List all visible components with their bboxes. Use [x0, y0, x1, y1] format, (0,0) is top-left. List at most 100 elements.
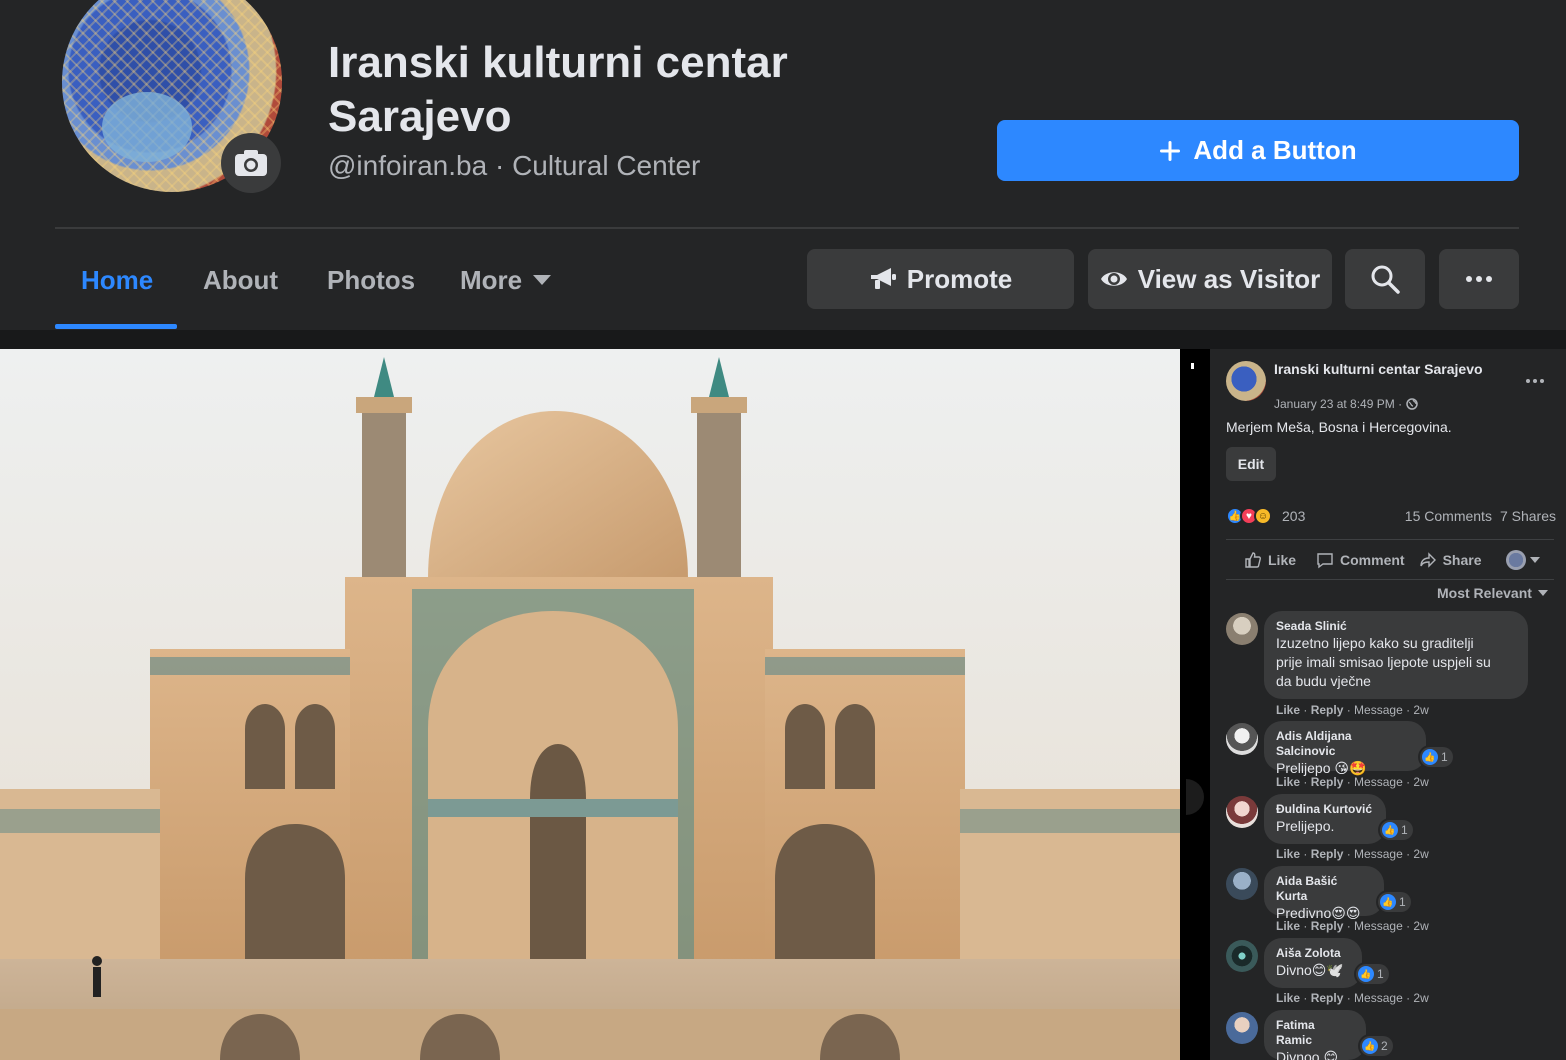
camera-icon [235, 150, 267, 176]
comment-like-link[interactable]: Like [1276, 919, 1300, 933]
post-timestamp[interactable]: January 23 at 8:49 PM · [1274, 397, 1418, 411]
tab-more[interactable]: More [460, 250, 552, 310]
tab-more-label: More [460, 264, 523, 295]
search-icon [1371, 265, 1400, 294]
comment-sort-label: Most Relevant [1437, 585, 1532, 601]
comment-like-link[interactable]: Like [1276, 775, 1300, 789]
comment-message-link[interactable]: Message [1354, 991, 1403, 1005]
comment-meta: Like · Reply · Message · 2w [1276, 919, 1429, 933]
comment-button[interactable]: Comment [1316, 551, 1405, 569]
photo-edge-mark [1191, 363, 1194, 369]
commenter-name[interactable]: Aiša Zolota [1276, 946, 1350, 961]
actions-divider-top [1226, 539, 1554, 540]
commenter-name[interactable]: Seada Slinić [1276, 619, 1516, 634]
tab-home[interactable]: Home [81, 250, 153, 310]
post-photo[interactable] [0, 349, 1180, 1060]
comment-reply-link[interactable]: Reply [1311, 703, 1344, 717]
comment-meta: Like · Reply · Message · 2w [1276, 775, 1429, 789]
reactions-count[interactable]: 203 [1282, 508, 1305, 524]
comment-item: Đuldina Kurtović Prelijepo. 👍 1 Like · R… [1226, 794, 1556, 866]
tab-photos[interactable]: Photos [327, 250, 415, 310]
comment-message-link[interactable]: Message [1354, 703, 1403, 717]
comment-bubble: Fatima Ramic Divnoo 😊 [1264, 1010, 1366, 1060]
comment-item: Adis Aldijana Salcinovic Prelijepo 😘🤩 👍 … [1226, 721, 1556, 793]
next-photo-arrow[interactable] [1186, 779, 1204, 815]
comment-reactions[interactable]: 👍 1 [1420, 747, 1453, 767]
like-label: Like [1268, 552, 1297, 568]
comment-like-link[interactable]: Like [1276, 703, 1300, 717]
post-caption: Merjem Meša, Bosna i Hercegovina. [1226, 419, 1452, 435]
comment-reaction-count: 1 [1401, 823, 1408, 837]
like-button[interactable]: Like [1244, 551, 1296, 569]
more-options-button[interactable] [1439, 249, 1519, 309]
like-reaction-icon: 👍 [1362, 1038, 1378, 1054]
post-sidebar: Iranski kulturni centar Sarajevo January… [1210, 349, 1566, 1060]
page-title: Iranski kulturni centar Sarajevo [328, 38, 788, 141]
comment-bubble: Aida Bašić Kurta Predivno😍😍 [1264, 866, 1384, 921]
react-as-avatar [1505, 550, 1526, 570]
commenter-name[interactable]: Đuldina Kurtović [1276, 802, 1374, 817]
comment-text-line: prije imali smisao ljepote uspjeli su [1276, 654, 1491, 670]
shares-count[interactable]: 7 Shares [1500, 508, 1556, 524]
comment-item: Aida Bašić Kurta Predivno😍😍 👍 1 Like · R… [1226, 866, 1556, 938]
comment-reaction-count: 2 [1381, 1039, 1388, 1053]
commenter-avatar[interactable] [1226, 796, 1258, 828]
comment-age: 2w [1413, 991, 1429, 1005]
eye-icon [1100, 272, 1127, 286]
comment-message-link[interactable]: Message [1354, 775, 1403, 789]
comment-reply-link[interactable]: Reply [1311, 919, 1344, 933]
view-as-visitor-label: View as Visitor [1137, 263, 1321, 294]
comment-text-line: Divnoo 😊 [1276, 1049, 1339, 1060]
page-header: Iranski kulturni centar Sarajevo @infoir… [0, 0, 1566, 330]
tab-about[interactable]: About [203, 250, 278, 310]
update-profile-picture-button[interactable] [221, 133, 281, 193]
post-author-name[interactable]: Iranski kulturni centar Sarajevo [1274, 361, 1483, 377]
comment-reaction-count: 1 [1441, 750, 1448, 764]
comment-reactions[interactable]: 👍 1 [1380, 820, 1413, 840]
commenter-avatar[interactable] [1226, 1012, 1258, 1044]
commenter-name[interactable]: Fatima Ramic [1276, 1018, 1354, 1048]
edit-post-button[interactable]: Edit [1226, 447, 1276, 481]
comment-reactions[interactable]: 👍 1 [1378, 892, 1411, 912]
share-button[interactable]: Share [1419, 551, 1482, 569]
commenter-avatar[interactable] [1226, 613, 1258, 645]
post-actions: Like Comment Share [1226, 545, 1554, 575]
comment-age: 2w [1413, 847, 1429, 861]
comment-reply-link[interactable]: Reply [1311, 847, 1344, 861]
comment-message-link[interactable]: Message [1354, 919, 1403, 933]
active-tab-indicator [55, 324, 177, 329]
search-button[interactable] [1345, 249, 1425, 309]
comment-item: Fatima Ramic Divnoo 😊 👍 2 [1226, 1010, 1556, 1060]
comment-reaction-count: 1 [1399, 895, 1406, 909]
post-options-button[interactable] [1526, 367, 1544, 388]
react-as-selector[interactable] [1505, 550, 1540, 570]
comment-text-line: Prelijepo. [1276, 818, 1335, 834]
comment-sort-dropdown[interactable]: Most Relevant [1437, 585, 1548, 601]
promote-label: Promote [906, 263, 1013, 294]
comment-like-link[interactable]: Like [1276, 991, 1300, 1005]
commenter-name[interactable]: Aida Bašić Kurta [1276, 874, 1372, 904]
comment-reply-link[interactable]: Reply [1311, 775, 1344, 789]
commenter-name[interactable]: Adis Aldijana Salcinovic [1276, 729, 1414, 759]
commenter-avatar[interactable] [1226, 868, 1258, 900]
comment-reply-link[interactable]: Reply [1311, 991, 1344, 1005]
share-icon [1419, 552, 1436, 568]
comment-like-link[interactable]: Like [1276, 847, 1300, 861]
post-author-avatar[interactable] [1226, 361, 1266, 401]
reaction-icons[interactable]: 👍 ♥ ☺ [1226, 507, 1272, 525]
commenter-avatar[interactable] [1226, 940, 1258, 972]
promote-button[interactable]: Promote [807, 249, 1074, 309]
comment-bubble: Aiša Zolota Divno😊🕊️ [1264, 938, 1362, 988]
post-time-text: January 23 at 8:49 PM · [1274, 397, 1403, 411]
add-a-button-button[interactable]: Add a Button [997, 120, 1519, 181]
view-as-visitor-button[interactable]: View as Visitor [1088, 249, 1332, 309]
comment-reactions[interactable]: 👍 1 [1356, 964, 1389, 984]
comment-reactions[interactable]: 👍 2 [1360, 1036, 1393, 1056]
commenter-avatar[interactable] [1226, 723, 1258, 755]
comment-message-link[interactable]: Message [1354, 847, 1403, 861]
comments-count[interactable]: 15 Comments [1405, 508, 1492, 524]
comment-bubble: Seada Slinić Izuzetno lijepo kako su gra… [1264, 611, 1528, 699]
mosque-photo [0, 349, 1180, 1060]
add-a-button-label: Add a Button [1193, 135, 1357, 165]
globe-icon [1406, 398, 1418, 410]
